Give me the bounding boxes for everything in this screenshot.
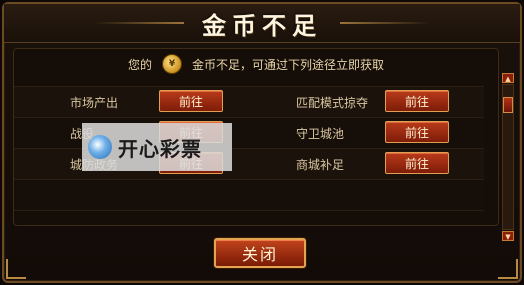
watermark-logo-icon: [88, 135, 112, 159]
close-button[interactable]: 关闭: [214, 238, 306, 268]
watermark-text: 开心彩票: [118, 136, 202, 161]
source-label: 匹配模式掠夺: [296, 96, 369, 110]
notice-text: 金币不足，可通过下列途径立即获取: [192, 57, 385, 72]
empty-row: [14, 179, 484, 211]
frame-corner-decoration: [498, 259, 518, 279]
insufficient-gold-notice: 您的 ¥ 金币不足，可通过下列途径立即获取: [14, 49, 498, 79]
watermark-overlay: 开心彩票: [82, 123, 232, 171]
go-button-match-plunder[interactable]: 前往: [385, 90, 449, 112]
arrow-down-icon[interactable]: ▼: [502, 231, 514, 241]
source-label: 商城补足: [296, 158, 345, 172]
scrollbar-thumb[interactable]: [503, 97, 513, 113]
source-row: 市场产出 前往 匹配模式掠夺 前往: [14, 86, 484, 117]
source-label: 守卫城池: [296, 127, 345, 141]
arrow-up-icon[interactable]: ▲: [502, 73, 514, 83]
go-button-market[interactable]: 前往: [159, 90, 223, 112]
scrollbar[interactable]: ▲ ▼: [502, 73, 514, 241]
title-bar: 金币不足: [4, 4, 520, 43]
go-button-defend-city[interactable]: 前往: [385, 121, 449, 143]
frame-corner-decoration: [6, 259, 26, 279]
title-ornament: [94, 22, 184, 24]
dialog-title: 金币不足: [202, 11, 322, 40]
source-label: 市场产出: [70, 96, 119, 110]
title-ornament: [340, 22, 430, 24]
notice-prefix: 您的: [127, 57, 152, 72]
gold-coin-icon: ¥: [162, 54, 182, 74]
go-button-shop[interactable]: 前往: [385, 152, 449, 174]
